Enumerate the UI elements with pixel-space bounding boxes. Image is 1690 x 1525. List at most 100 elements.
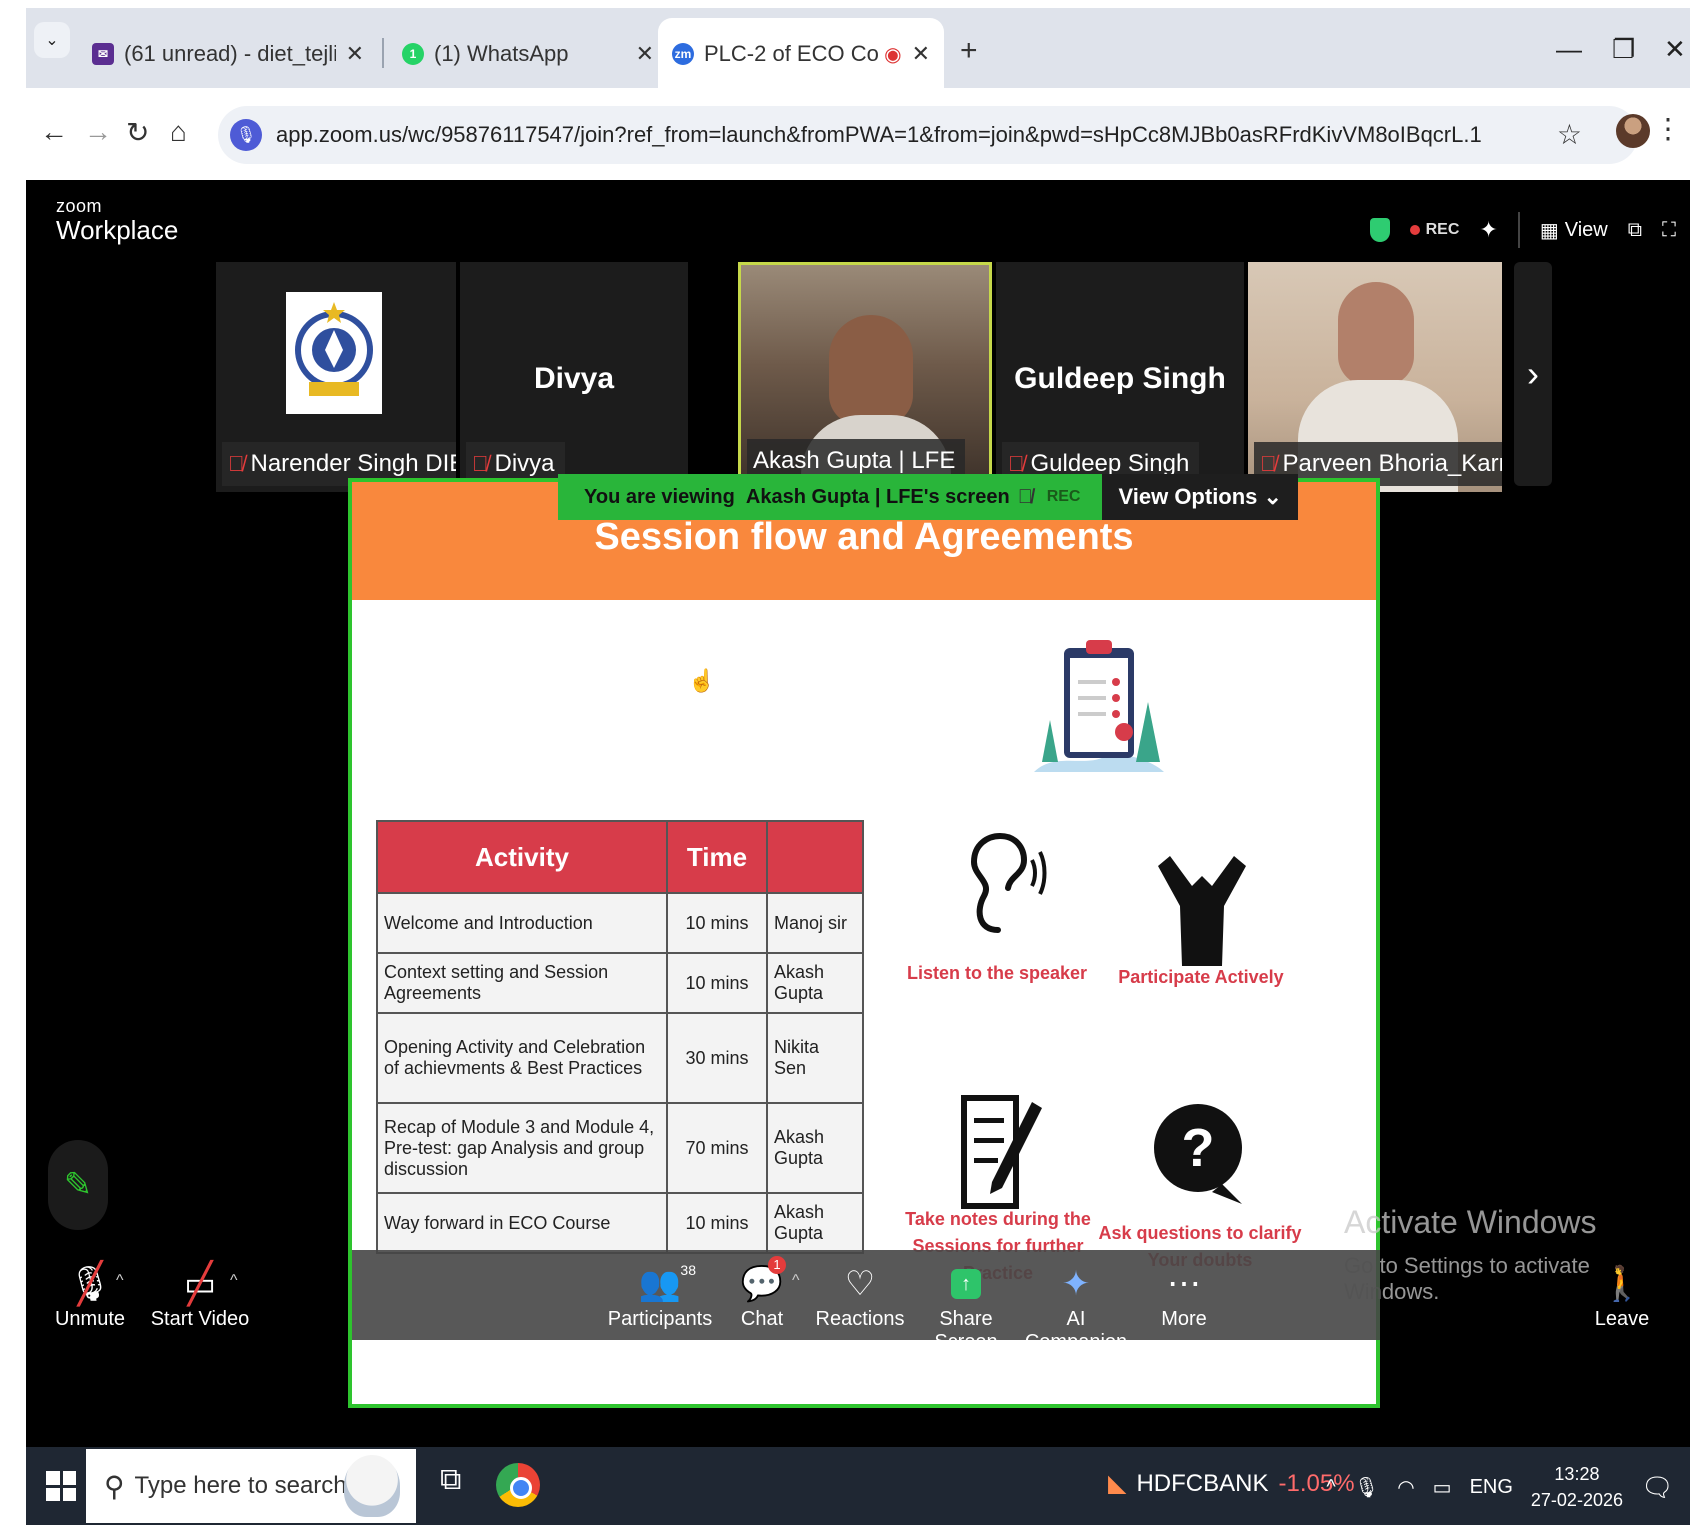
leave-button[interactable]: 🚶 Leave (1562, 1260, 1682, 1331)
diet-emblem-icon (295, 302, 373, 396)
security-shield-icon[interactable] (1369, 218, 1390, 242)
task-view-icon[interactable]: ⧉ (440, 1463, 461, 1497)
table-header (766, 820, 864, 894)
participant-tile[interactable]: Guldeep Singh 🎙̸ Guldeep Singh (996, 262, 1244, 492)
wifi-icon[interactable]: ◠ (1397, 1475, 1414, 1500)
viewing-banner-text: You are viewing Akash Gupta | LFE's scre… (558, 474, 1103, 520)
cursor-icon: ☝ (688, 668, 716, 693)
zoom-workplace-logo: zoom Workplace (56, 196, 179, 245)
divider (1517, 212, 1520, 248)
fullscreen-icon[interactable]: ⛶ (1662, 219, 1676, 242)
unmute-button[interactable]: 🎙 ╱ Unmute (30, 1260, 150, 1331)
close-tab-icon[interactable]: ✕ (636, 41, 654, 67)
mail-icon: ✉ (92, 43, 114, 65)
close-window-button[interactable]: ✕ (1664, 34, 1686, 65)
table-row: Way forward in ECO Course 10 mins Akash … (376, 1192, 864, 1254)
restore-button[interactable]: ❐ (1612, 34, 1635, 65)
video-options-caret[interactable]: ^ (230, 1272, 238, 1290)
view-button[interactable]: ▦ View (1540, 218, 1608, 243)
bookmark-star-icon[interactable]: ☆ (1557, 118, 1582, 151)
svg-text:?: ? (1182, 1118, 1215, 1178)
share-screen-icon: ↑ (906, 1260, 1026, 1308)
checklist-illustration-icon (1034, 640, 1164, 772)
browser-menu-icon[interactable]: ⋮ (1654, 112, 1682, 145)
search-highlight-polar-bear-icon (344, 1455, 400, 1517)
system-tray: ^ 🎙 ◠ ▭ ENG 13:28 27-02-2026 🗨 (1326, 1461, 1690, 1513)
slide-title: Session flow and Agreements (594, 516, 1134, 558)
tab-mail[interactable]: ✉ (61 unread) - diet_tejliynr@yah ✕ (78, 18, 378, 90)
notifications-icon[interactable]: 🗨 (1641, 1472, 1674, 1503)
language-indicator[interactable]: ENG (1470, 1476, 1513, 1499)
mic-muted-icon: 🎙̸ (472, 451, 489, 476)
forward-button[interactable]: → (84, 116, 112, 148)
audio-options-caret[interactable]: ^ (116, 1272, 124, 1290)
chat-options-caret[interactable]: ^ (792, 1272, 800, 1290)
recording-status: REC (1409, 221, 1459, 239)
leave-icon: 🚶 (1600, 1265, 1644, 1303)
zoom-meeting: zoom Workplace REC ✦ ▦ View ⧉ ⛶ 🎙̸ Narende… (26, 180, 1690, 1447)
microphone-icon[interactable]: 🎙 (1354, 1475, 1379, 1500)
stock-widget[interactable]: ◣ HDFCBANK -1.05% (1108, 1469, 1355, 1498)
clock[interactable]: 13:28 27-02-2026 (1531, 1461, 1623, 1513)
participant-video (1338, 282, 1414, 386)
view-options-button[interactable]: View Options ⌄ (1102, 474, 1298, 520)
chevron-down-icon: ⌄ (1263, 484, 1282, 509)
participant-tile[interactable]: Divya 🎙̸ Divya (460, 262, 688, 492)
share-screen-button[interactable]: ↑ Share Screen (906, 1260, 1026, 1354)
tab-zoom[interactable]: zm PLC-2 of ECO Course Coord ◉ ✕ (658, 18, 944, 90)
popout-icon[interactable]: ⧉ (1628, 219, 1642, 242)
browser-tab-bar: ⌄ ✉ (61 unread) - diet_tejliynr@yah ✕ 1 … (26, 8, 1690, 90)
zoom-icon: zm (672, 43, 694, 65)
chevron-up-icon[interactable]: ^ (1326, 1476, 1335, 1499)
close-tab-icon[interactable]: ✕ (912, 41, 930, 67)
participant-tile[interactable]: 🎙̸Parveen Bhoria_Karnal (1248, 262, 1502, 492)
annotate-pen-button[interactable]: ✎ (48, 1140, 108, 1230)
chrome-taskbar-icon[interactable] (496, 1463, 540, 1507)
close-tab-icon[interactable]: ✕ (346, 41, 364, 67)
question-bubble-icon: ? (1154, 1104, 1242, 1204)
agenda-table: Activity Time Welcome and Introduction 1… (376, 820, 864, 1254)
microphone-permission-icon[interactable]: 🎙 (230, 119, 262, 151)
participant-tile[interactable]: 🎙̸Narender Singh DIET Ya... (216, 262, 456, 492)
more-button[interactable]: ⋯ More (1124, 1260, 1244, 1331)
rule-listen: Listen to the speaker (906, 963, 1088, 983)
sparkle-icon[interactable]: ✦ (1479, 217, 1497, 243)
notes-pencil-icon (961, 1095, 1042, 1209)
mic-muted-icon: 🎙̸ (228, 451, 245, 476)
start-video-button[interactable]: ▭ ╱ Start Video (140, 1260, 260, 1331)
recording-indicator-icon: ◉ (884, 43, 902, 66)
tab-search-button[interactable]: ⌄ (34, 22, 70, 58)
tab-separator (382, 38, 384, 68)
reactions-button[interactable]: ♡ Reactions (800, 1260, 920, 1331)
more-icon: ⋯ (1167, 1265, 1201, 1303)
raised-hands-icon (1158, 856, 1246, 966)
url-text[interactable]: app.zoom.us/wc/95876117547/join?ref_from… (276, 122, 1638, 148)
table-row: Welcome and Introduction 10 mins Manoj s… (376, 892, 864, 954)
chevron-right-icon: › (1527, 353, 1539, 394)
taskbar-search[interactable]: ⚲ Type here to search (86, 1449, 416, 1523)
table-row: Context setting and Session Agreements 1… (376, 952, 864, 1014)
grid-view-icon: ▦ (1539, 219, 1559, 242)
search-icon: ⚲ (104, 1470, 125, 1502)
windows-start-icon[interactable] (46, 1471, 76, 1501)
rule-participate: Participate Actively (1118, 967, 1284, 987)
new-tab-button[interactable]: + (960, 34, 978, 68)
minimize-button[interactable]: — (1556, 34, 1582, 65)
meeting-top-controls: REC ✦ ▦ View ⧉ ⛶ (1369, 212, 1690, 248)
battery-icon[interactable]: ▭ (1433, 1475, 1452, 1500)
profile-avatar[interactable] (1616, 114, 1650, 148)
whatsapp-icon: 1 (402, 43, 424, 65)
participant-video (829, 315, 913, 425)
tab-whatsapp[interactable]: 1 (1) WhatsApp ✕ (388, 18, 668, 90)
mic-muted-icon: 🎙̸ (1017, 485, 1033, 508)
next-participants-button[interactable]: › (1514, 262, 1552, 486)
home-button[interactable]: ⌂ (170, 116, 187, 148)
ai-companion-button[interactable]: ✦ AI Companion (1016, 1260, 1136, 1354)
reload-button[interactable]: ↻ (126, 116, 149, 149)
back-button[interactable]: ← (40, 116, 68, 148)
heart-icon: ♡ (844, 1265, 876, 1303)
ear-icon (970, 832, 1047, 933)
participant-tile-active-speaker[interactable]: Akash Gupta | LFE (738, 262, 992, 492)
address-bar[interactable]: 🎙 app.zoom.us/wc/95876117547/join?ref_fr… (218, 106, 1638, 164)
browser-toolbar: ← → ↻ ⌂ 🎙 app.zoom.us/wc/95876117547/joi… (26, 88, 1690, 180)
